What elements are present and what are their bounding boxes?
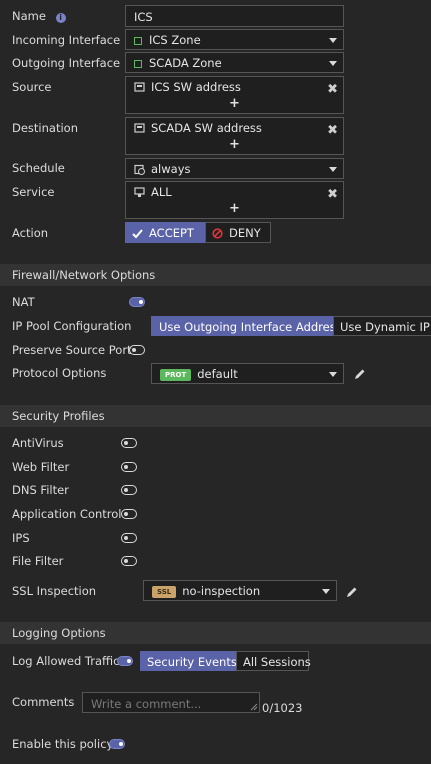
- check-icon: [132, 229, 143, 239]
- dns-filter-toggle[interactable]: [121, 485, 137, 495]
- edit-ssl-icon[interactable]: [345, 585, 359, 599]
- source-field[interactable]: ICS SW address ✖ +: [125, 76, 344, 114]
- add-service-button[interactable]: +: [126, 201, 343, 216]
- chevron-down-icon: [329, 166, 337, 172]
- comments-textarea[interactable]: Write a comment...: [82, 692, 260, 713]
- use-outgoing-interface-button[interactable]: Use Outgoing Interface Address: [151, 316, 342, 336]
- use-dynamic-ip-button[interactable]: Use Dynamic IP P: [333, 316, 431, 336]
- remove-destination-icon[interactable]: ✖: [327, 123, 338, 138]
- preserve-source-port-toggle[interactable]: [129, 345, 145, 355]
- schedule-label: Schedule: [12, 161, 65, 175]
- zone-icon: [134, 37, 142, 45]
- file-filter-toggle[interactable]: [121, 556, 137, 566]
- info-icon: i: [55, 13, 66, 23]
- comments-label: Comments: [12, 695, 75, 709]
- antivirus-label: AntiVirus: [12, 436, 64, 450]
- name-input[interactable]: ICS: [125, 5, 344, 27]
- comment-counter: 0/1023: [262, 701, 303, 715]
- destination-field[interactable]: SCADA SW address ✖ +: [125, 117, 344, 155]
- ips-label: IPS: [12, 531, 30, 545]
- remove-source-icon[interactable]: ✖: [327, 82, 338, 97]
- outgoing-interface-value: SCADA Zone: [149, 56, 222, 70]
- chevron-down-icon: [329, 37, 337, 43]
- action-label: Action: [12, 226, 49, 240]
- security-events-button[interactable]: Security Events: [140, 651, 237, 671]
- security-events-label: Security Events: [147, 655, 237, 669]
- outgoing-interface-select[interactable]: SCADA Zone: [125, 52, 344, 73]
- nat-toggle[interactable]: [129, 297, 145, 307]
- outgoing-interface-label: Outgoing Interface: [12, 56, 121, 70]
- name-label: Name i: [12, 9, 66, 23]
- edit-protocol-icon[interactable]: [353, 367, 367, 381]
- deny-icon: [212, 228, 223, 239]
- web-filter-label: Web Filter: [12, 460, 70, 474]
- deny-button[interactable]: DENY: [205, 222, 271, 243]
- antivirus-toggle[interactable]: [121, 438, 137, 448]
- address-icon: [134, 123, 145, 133]
- ssl-inspection-value: no-inspection: [182, 584, 261, 598]
- enable-policy-label: Enable this policy: [12, 737, 114, 751]
- incoming-interface-value: ICS Zone: [149, 33, 201, 47]
- enable-policy-toggle[interactable]: [109, 739, 125, 749]
- preserve-source-port-label: Preserve Source Port: [12, 343, 132, 357]
- web-filter-toggle[interactable]: [121, 462, 137, 472]
- comments-placeholder: Write a comment...: [91, 697, 202, 711]
- service-label: Service: [12, 185, 55, 199]
- deny-label: DENY: [229, 226, 261, 240]
- accept-label: ACCEPT: [149, 226, 194, 240]
- source-label: Source: [12, 80, 52, 94]
- incoming-interface-label: Incoming Interface: [12, 33, 121, 47]
- ip-pool-label: IP Pool Configuration: [12, 319, 132, 333]
- chevron-down-icon: [329, 60, 337, 66]
- incoming-interface-select[interactable]: ICS Zone: [125, 29, 344, 50]
- destination-value: SCADA SW address: [151, 121, 262, 135]
- name-value: ICS: [134, 10, 153, 24]
- ssl-inspection-label: SSL Inspection: [12, 584, 97, 598]
- log-allowed-traffic-label: Log Allowed Traffic: [12, 654, 120, 668]
- application-control-label: Application Control: [12, 507, 122, 521]
- security-section-header: Security Profiles: [0, 405, 431, 427]
- add-source-button[interactable]: +: [126, 96, 343, 111]
- service-value: ALL: [151, 185, 172, 199]
- chevron-down-icon: [322, 588, 330, 594]
- ssl-inspection-select[interactable]: SSL no-inspection: [143, 580, 337, 601]
- protocol-options-select[interactable]: PROT default: [151, 363, 344, 384]
- remove-service-icon[interactable]: ✖: [327, 187, 338, 202]
- ips-toggle[interactable]: [121, 533, 137, 543]
- nat-label: NAT: [12, 295, 35, 309]
- use-outgoing-interface-label: Use Outgoing Interface Address: [159, 320, 342, 334]
- protocol-options-value: default: [197, 367, 238, 381]
- logging-section-title: Logging Options: [12, 626, 106, 640]
- address-icon: [134, 82, 145, 92]
- resize-handle-icon[interactable]: [250, 703, 258, 711]
- application-control-toggle[interactable]: [121, 509, 137, 519]
- destination-label: Destination: [12, 121, 78, 135]
- protocol-options-label: Protocol Options: [12, 366, 107, 380]
- accept-button[interactable]: ACCEPT: [125, 222, 205, 243]
- schedule-select[interactable]: always: [125, 158, 344, 179]
- security-section-title: Security Profiles: [12, 409, 105, 423]
- ssl-badge: SSL: [152, 586, 177, 598]
- schedule-icon: [134, 164, 145, 175]
- prot-badge: PROT: [160, 369, 192, 381]
- firewall-section-title: Firewall/Network Options: [12, 268, 156, 282]
- log-allowed-traffic-toggle[interactable]: [117, 656, 133, 666]
- all-sessions-button[interactable]: All Sessions: [236, 651, 311, 671]
- source-value: ICS SW address: [151, 80, 241, 94]
- add-destination-button[interactable]: +: [126, 137, 343, 152]
- service-icon: [134, 187, 145, 197]
- service-field[interactable]: ALL ✖ +: [125, 181, 344, 219]
- firewall-section-header: Firewall/Network Options: [0, 264, 431, 286]
- all-sessions-label: All Sessions: [243, 655, 311, 669]
- chevron-down-icon: [329, 371, 337, 377]
- zone-icon: [134, 60, 142, 68]
- file-filter-label: File Filter: [12, 554, 64, 568]
- logging-section-header: Logging Options: [0, 622, 431, 644]
- schedule-value: always: [151, 162, 191, 176]
- dns-filter-label: DNS Filter: [12, 483, 69, 497]
- use-dynamic-ip-label: Use Dynamic IP P: [340, 320, 431, 334]
